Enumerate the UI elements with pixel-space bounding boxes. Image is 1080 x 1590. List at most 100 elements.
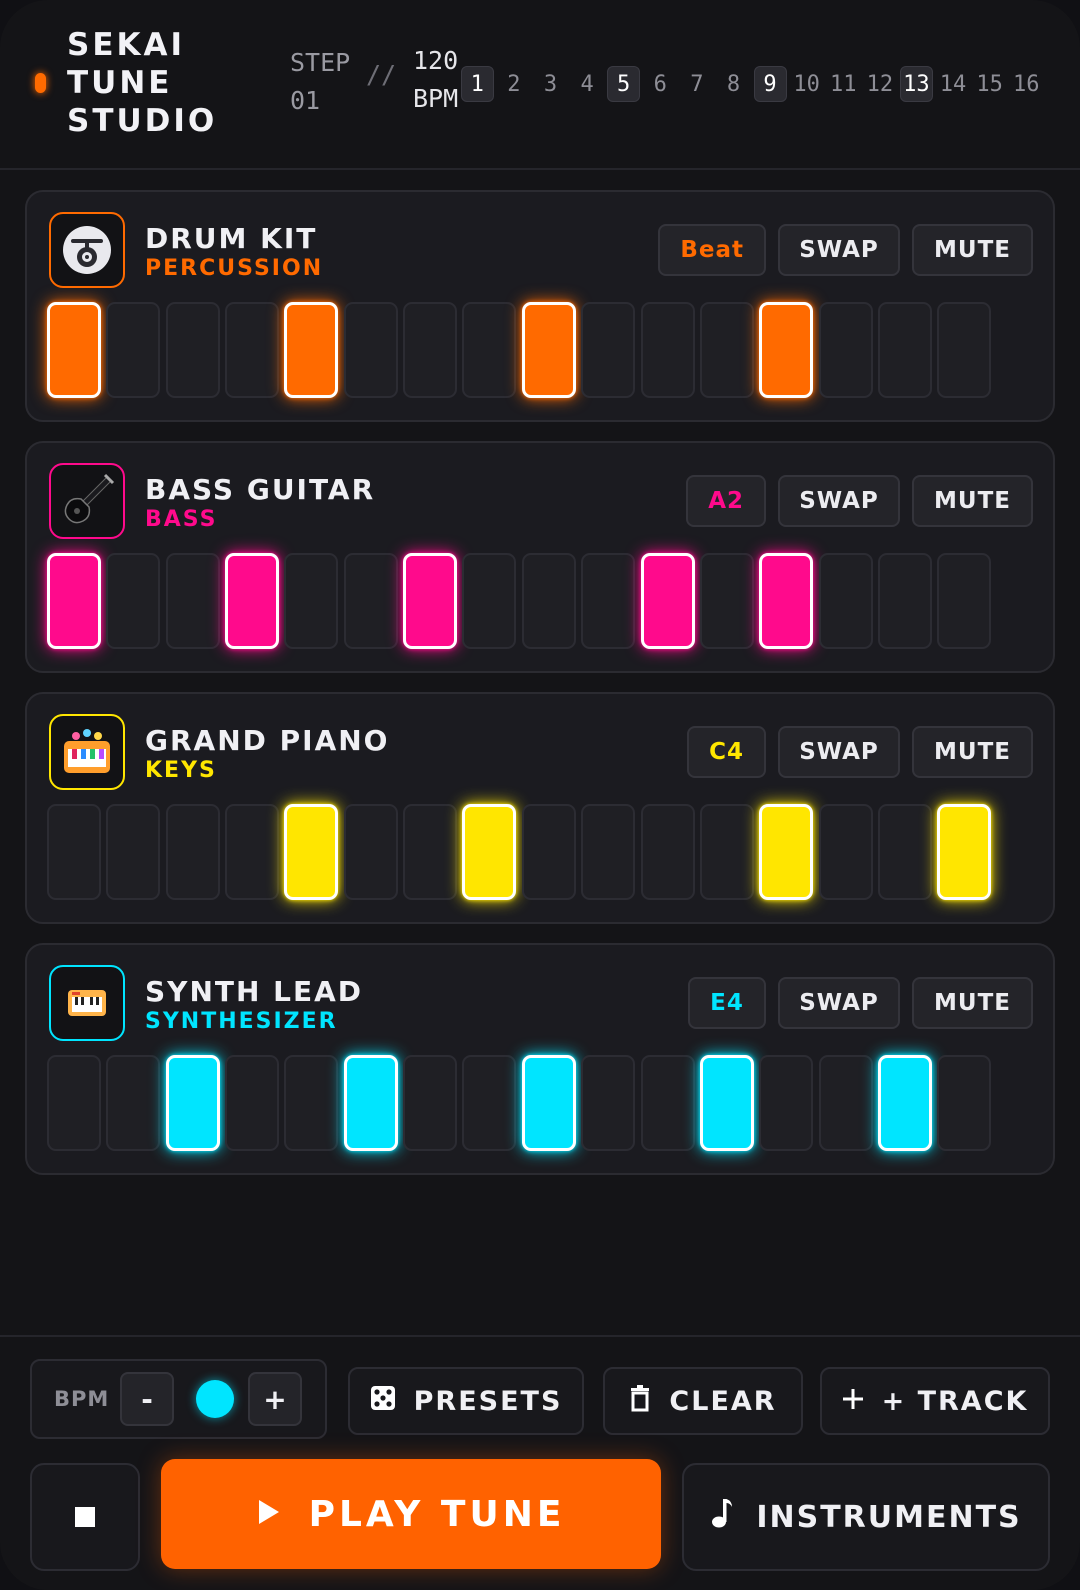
step-cell-active[interactable] (284, 302, 339, 398)
step-cell[interactable] (818, 804, 873, 900)
step-cell[interactable] (284, 553, 339, 649)
mute-button[interactable]: MUTE (912, 475, 1033, 527)
step-cell-active[interactable] (521, 1055, 576, 1151)
step-cell[interactable] (877, 553, 932, 649)
step-cell-active[interactable] (640, 553, 695, 649)
clear-button[interactable]: CLEAR (603, 1367, 803, 1435)
step-cell[interactable] (106, 804, 161, 900)
step-cell[interactable] (640, 1055, 695, 1151)
step-cell[interactable] (343, 804, 398, 900)
step-cell[interactable] (640, 804, 695, 900)
step-cell[interactable] (403, 302, 458, 398)
step-cell[interactable] (877, 804, 932, 900)
step-cell[interactable] (462, 302, 517, 398)
step-cell-active[interactable] (759, 553, 814, 649)
step-cell-active[interactable] (759, 804, 814, 900)
step-number: 10 (793, 71, 820, 97)
instruments-button[interactable]: INSTRUMENTS (682, 1463, 1050, 1571)
step-cell[interactable] (462, 553, 517, 649)
header: SEKAI TUNE STUDIO STEP 01 // 120 BPM 123… (0, 0, 1080, 170)
track-card: SYNTH LEAD SYNTHESIZER E4 SWAP MUTE (25, 943, 1055, 1175)
guitar-icon[interactable] (49, 463, 125, 539)
bpm-decrement-button[interactable]: - (120, 1372, 174, 1426)
add-track-button[interactable]: + TRACK (820, 1367, 1050, 1435)
presets-label: PRESETS (413, 1385, 563, 1417)
step-cell[interactable] (225, 804, 280, 900)
step-cell-active[interactable] (343, 1055, 398, 1151)
step-cell[interactable] (165, 804, 220, 900)
step-cell[interactable] (759, 1055, 814, 1151)
step-cell[interactable] (106, 553, 161, 649)
track-category: PERCUSSION (145, 256, 324, 281)
step-cell[interactable] (818, 1055, 873, 1151)
swap-button[interactable]: SWAP (778, 224, 900, 276)
step-cell-active[interactable] (403, 553, 458, 649)
play-icon (257, 1494, 281, 1535)
note-select-button[interactable]: Beat (658, 224, 766, 276)
play-button[interactable]: PLAY TUNE (161, 1459, 661, 1569)
step-number: 4 (580, 71, 594, 97)
step-cell[interactable] (165, 302, 220, 398)
step-cell-active[interactable] (937, 804, 992, 900)
step-cell-active[interactable] (699, 1055, 754, 1151)
step-cell[interactable] (937, 553, 992, 649)
step-cell-active[interactable] (759, 302, 814, 398)
step-cell[interactable] (106, 1055, 161, 1151)
bpm-increment-button[interactable]: + (248, 1372, 302, 1426)
step-cell[interactable] (699, 804, 754, 900)
step-cell[interactable] (521, 553, 576, 649)
step-cell[interactable] (165, 553, 220, 649)
bpm-slider-knob[interactable] (196, 1380, 234, 1418)
note-select-button[interactable]: A2 (686, 475, 766, 527)
swap-button[interactable]: SWAP (778, 977, 900, 1029)
step-cell-active[interactable] (47, 302, 101, 398)
step-cell[interactable] (47, 1055, 101, 1151)
step-cell[interactable] (581, 804, 636, 900)
step-cell[interactable] (521, 804, 576, 900)
step-cell[interactable] (581, 1055, 636, 1151)
mute-button[interactable]: MUTE (912, 726, 1033, 778)
step-cell-active[interactable] (225, 553, 280, 649)
app-title-line: STUDIO (67, 103, 218, 139)
step-cell[interactable] (818, 302, 873, 398)
step-cell-active[interactable] (521, 302, 576, 398)
step-cell[interactable] (937, 302, 992, 398)
step-cell[interactable] (403, 804, 458, 900)
note-select-button[interactable]: E4 (688, 977, 766, 1029)
step-cell[interactable] (462, 1055, 517, 1151)
step-cell[interactable] (343, 302, 398, 398)
step-cell[interactable] (877, 302, 932, 398)
stop-button[interactable] (30, 1463, 140, 1571)
step-number: 5 (607, 66, 641, 102)
step-cell[interactable] (106, 302, 161, 398)
swap-button[interactable]: SWAP (778, 475, 900, 527)
mute-button[interactable]: MUTE (912, 224, 1033, 276)
mute-button[interactable]: MUTE (912, 977, 1033, 1029)
presets-button[interactable]: PRESETS (348, 1367, 584, 1435)
step-cell[interactable] (699, 553, 754, 649)
drum-icon[interactable] (49, 212, 125, 288)
step-cell[interactable] (403, 1055, 458, 1151)
step-cell-active[interactable] (165, 1055, 220, 1151)
step-cell-active[interactable] (47, 553, 101, 649)
synth-keyboard-icon[interactable] (49, 965, 125, 1041)
step-cell-active[interactable] (462, 804, 517, 900)
step-cell[interactable] (343, 553, 398, 649)
note-select-button[interactable]: C4 (687, 726, 766, 778)
step-cell[interactable] (225, 302, 280, 398)
step-cell[interactable] (937, 1055, 992, 1151)
piano-icon[interactable] (49, 714, 125, 790)
step-cell[interactable] (640, 302, 695, 398)
step-cell[interactable] (818, 553, 873, 649)
step-cell-active[interactable] (877, 1055, 932, 1151)
step-cell[interactable] (47, 804, 101, 900)
step-cell[interactable] (699, 302, 754, 398)
step-value: 01 (290, 86, 321, 115)
step-cell[interactable] (581, 553, 636, 649)
step-cell[interactable] (581, 302, 636, 398)
step-cell[interactable] (225, 1055, 280, 1151)
step-cell-active[interactable] (284, 804, 339, 900)
swap-button[interactable]: SWAP (778, 726, 900, 778)
step-cell[interactable] (284, 1055, 339, 1151)
step-grid (47, 553, 1021, 649)
